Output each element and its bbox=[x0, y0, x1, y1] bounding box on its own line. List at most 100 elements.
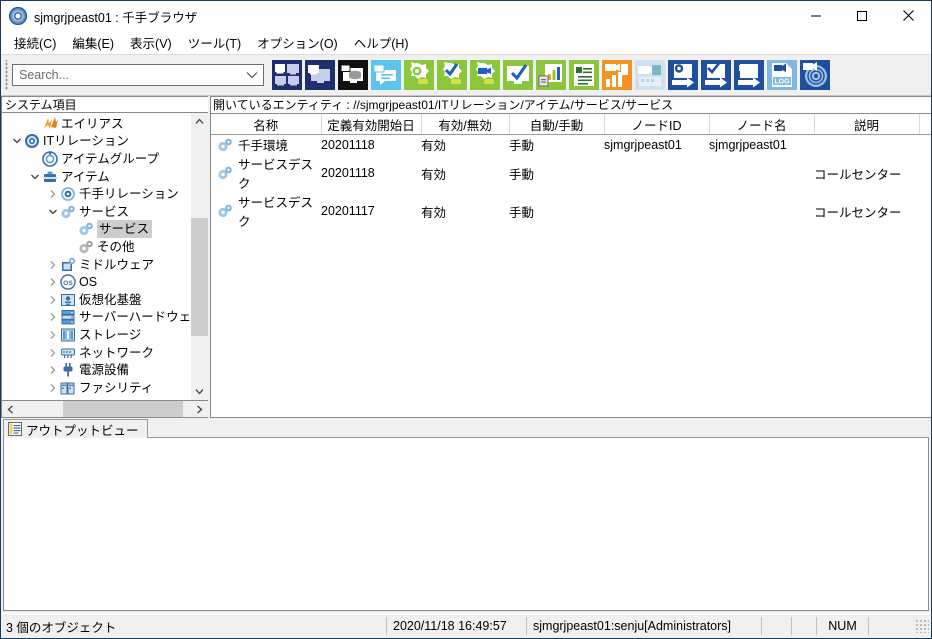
tree-node-label: ITリレーション bbox=[43, 134, 129, 149]
tree-node[interactable]: 仮想化基盤 bbox=[2, 291, 190, 309]
service-gears-icon bbox=[217, 165, 233, 181]
senju-relation-icon bbox=[59, 186, 76, 202]
single-monitor-icon[interactable] bbox=[305, 60, 335, 90]
table-body[interactable]: 千手環境 20201118 有効 手動 sjmgrjpeast01 sjmgrjpeast… bbox=[211, 135, 931, 231]
tree-node[interactable]: アイテム bbox=[2, 168, 190, 186]
export-check-icon[interactable] bbox=[701, 60, 731, 90]
message-balloon-icon[interactable] bbox=[371, 60, 401, 90]
export-camera-icon[interactable] bbox=[734, 60, 764, 90]
table-row[interactable]: 千手環境 20201118 有効 手動 sjmgrjpeast01 sjmgrjpeast… bbox=[211, 135, 931, 155]
burst-camera-icon[interactable] bbox=[470, 60, 500, 90]
column-header[interactable]: ノードID bbox=[604, 114, 710, 135]
chevron-down-icon[interactable] bbox=[10, 133, 23, 150]
twisty-placeholder bbox=[28, 115, 41, 132]
tree-node[interactable]: OS OS bbox=[2, 273, 190, 291]
resize-grip-icon[interactable] bbox=[915, 619, 929, 633]
tree-node[interactable]: 電源設備 bbox=[2, 361, 190, 379]
search-input[interactable] bbox=[13, 67, 241, 83]
scroll-down-icon[interactable] bbox=[191, 383, 208, 400]
status-object-count: 3 個のオブジェクト bbox=[6, 620, 117, 635]
menu-item-connect[interactable]: 接続(C) bbox=[6, 31, 64, 54]
log-file-icon[interactable]: LOG bbox=[767, 60, 797, 90]
monitor-database-icon[interactable] bbox=[338, 60, 368, 90]
burst-check-icon[interactable] bbox=[437, 60, 467, 90]
document-list-icon[interactable] bbox=[569, 60, 599, 90]
tree-node[interactable]: サービス bbox=[2, 220, 190, 239]
cell-mode: 手動 bbox=[509, 205, 535, 220]
tree-node[interactable]: 千手リレーション bbox=[2, 185, 190, 203]
tree-vertical-scrollbar[interactable] bbox=[190, 113, 208, 400]
scroll-right-icon[interactable] bbox=[191, 401, 208, 417]
tree-node[interactable]: サーバーハードウェア bbox=[2, 309, 190, 327]
cell-node-name: sjmgrjpeast01 bbox=[709, 137, 787, 152]
scroll-up-icon[interactable] bbox=[191, 113, 208, 130]
chevron-right-icon[interactable] bbox=[46, 344, 59, 361]
chevron-down-icon[interactable] bbox=[46, 203, 59, 220]
tab-output-view[interactable]: アウトプットビュー bbox=[3, 419, 148, 438]
multi-monitor-icon[interactable] bbox=[272, 60, 302, 90]
tree-node[interactable]: その他 bbox=[2, 238, 190, 256]
tree-node-label: OS bbox=[79, 275, 98, 290]
burst-gear-icon[interactable] bbox=[404, 60, 434, 90]
chevron-down-icon[interactable] bbox=[28, 168, 41, 185]
tree-node[interactable]: ITリレーション bbox=[2, 133, 190, 151]
menu-item-tools[interactable]: ツール(T) bbox=[180, 31, 249, 54]
app-globe-icon bbox=[9, 7, 27, 25]
tree-node[interactable]: ストレージ bbox=[2, 326, 190, 344]
system-tree[interactable]: エイリアス ITリレーション アイテムグループ アイテム 千手リレーション サービス サービ… bbox=[2, 113, 190, 400]
chevron-right-icon[interactable] bbox=[46, 256, 59, 273]
toolbar-grip[interactable] bbox=[4, 60, 9, 90]
column-header[interactable] bbox=[919, 114, 931, 135]
output-view-content[interactable] bbox=[3, 438, 929, 611]
chart-report-icon[interactable] bbox=[536, 60, 566, 90]
column-header[interactable]: 説明 bbox=[814, 114, 920, 135]
table-row[interactable]: サービスデスク 20201117 有効 手動 コールセンター bbox=[211, 192, 931, 230]
tree-hscroll-thumb[interactable] bbox=[63, 401, 183, 417]
output-view-panel: アウトプットビュー bbox=[1, 418, 931, 613]
tree-node[interactable]: エイリアス bbox=[2, 115, 190, 133]
chevron-right-icon[interactable] bbox=[46, 362, 59, 379]
close-button[interactable] bbox=[885, 1, 931, 30]
virtualization-icon bbox=[59, 292, 76, 308]
column-header[interactable]: ノード名 bbox=[709, 114, 815, 135]
chevron-right-icon[interactable] bbox=[46, 274, 59, 291]
tree-node[interactable]: ファシリティ bbox=[2, 379, 190, 397]
chevron-right-icon[interactable] bbox=[46, 309, 59, 326]
cell-spacer bbox=[919, 154, 931, 192]
tree-scroll-track[interactable] bbox=[191, 130, 208, 383]
menu-item-options[interactable]: オプション(O) bbox=[249, 31, 346, 54]
maximize-button[interactable] bbox=[839, 1, 885, 30]
column-header[interactable]: 定義有効開始日 bbox=[321, 114, 422, 135]
chevron-right-icon[interactable] bbox=[46, 379, 59, 396]
tree-node[interactable]: サービス bbox=[2, 203, 190, 221]
chevron-right-icon[interactable] bbox=[46, 326, 59, 343]
tree-node[interactable]: ネットワーク bbox=[2, 344, 190, 362]
alias-bolt-icon bbox=[41, 116, 58, 132]
monitor-check-icon[interactable] bbox=[503, 60, 533, 90]
column-header[interactable]: 有効/無効 bbox=[421, 114, 510, 135]
entity-path-bar: 開いているエンティティ : //sjmgrjpeast01/ITリレーション/ア… bbox=[211, 97, 931, 114]
entity-table-area[interactable]: 名称 定義有効開始日 有効/無効 自動/手動 ノードID ノード名 説明 千手環境 20201… bbox=[211, 114, 931, 417]
minimize-button[interactable] bbox=[793, 1, 839, 30]
tree-hscroll-track[interactable] bbox=[19, 401, 191, 417]
application-window: sjmgrjpeast01 : 千手ブラウザ 接続(C) 編集(E) 表示(V)… bbox=[0, 0, 932, 639]
chevron-down-icon[interactable] bbox=[241, 71, 263, 79]
chevron-right-icon[interactable] bbox=[46, 186, 59, 203]
column-header[interactable]: 名称 bbox=[211, 114, 322, 135]
tree-node[interactable]: ミドルウェア bbox=[2, 256, 190, 274]
scroll-left-icon[interactable] bbox=[2, 401, 19, 417]
chevron-right-icon[interactable] bbox=[46, 291, 59, 308]
orange-chart-icon[interactable] bbox=[602, 60, 632, 90]
tree-scroll-thumb[interactable] bbox=[191, 218, 208, 336]
tree-horizontal-scrollbar[interactable] bbox=[1, 401, 208, 418]
menu-item-edit[interactable]: 編集(E) bbox=[64, 31, 122, 54]
menu-item-help[interactable]: ヘルプ(H) bbox=[346, 31, 417, 54]
radar-scan-icon[interactable] bbox=[800, 60, 830, 90]
menu-item-view[interactable]: 表示(V) bbox=[122, 31, 180, 54]
faded-camera-icon[interactable] bbox=[635, 60, 665, 90]
tree-node[interactable]: アイテムグループ bbox=[2, 150, 190, 168]
search-box[interactable] bbox=[12, 64, 264, 86]
column-header[interactable]: 自動/手動 bbox=[509, 114, 605, 135]
table-row[interactable]: サービスデスク 20201118 有効 手動 コールセンター bbox=[211, 154, 931, 192]
export-gear-icon[interactable] bbox=[668, 60, 698, 90]
